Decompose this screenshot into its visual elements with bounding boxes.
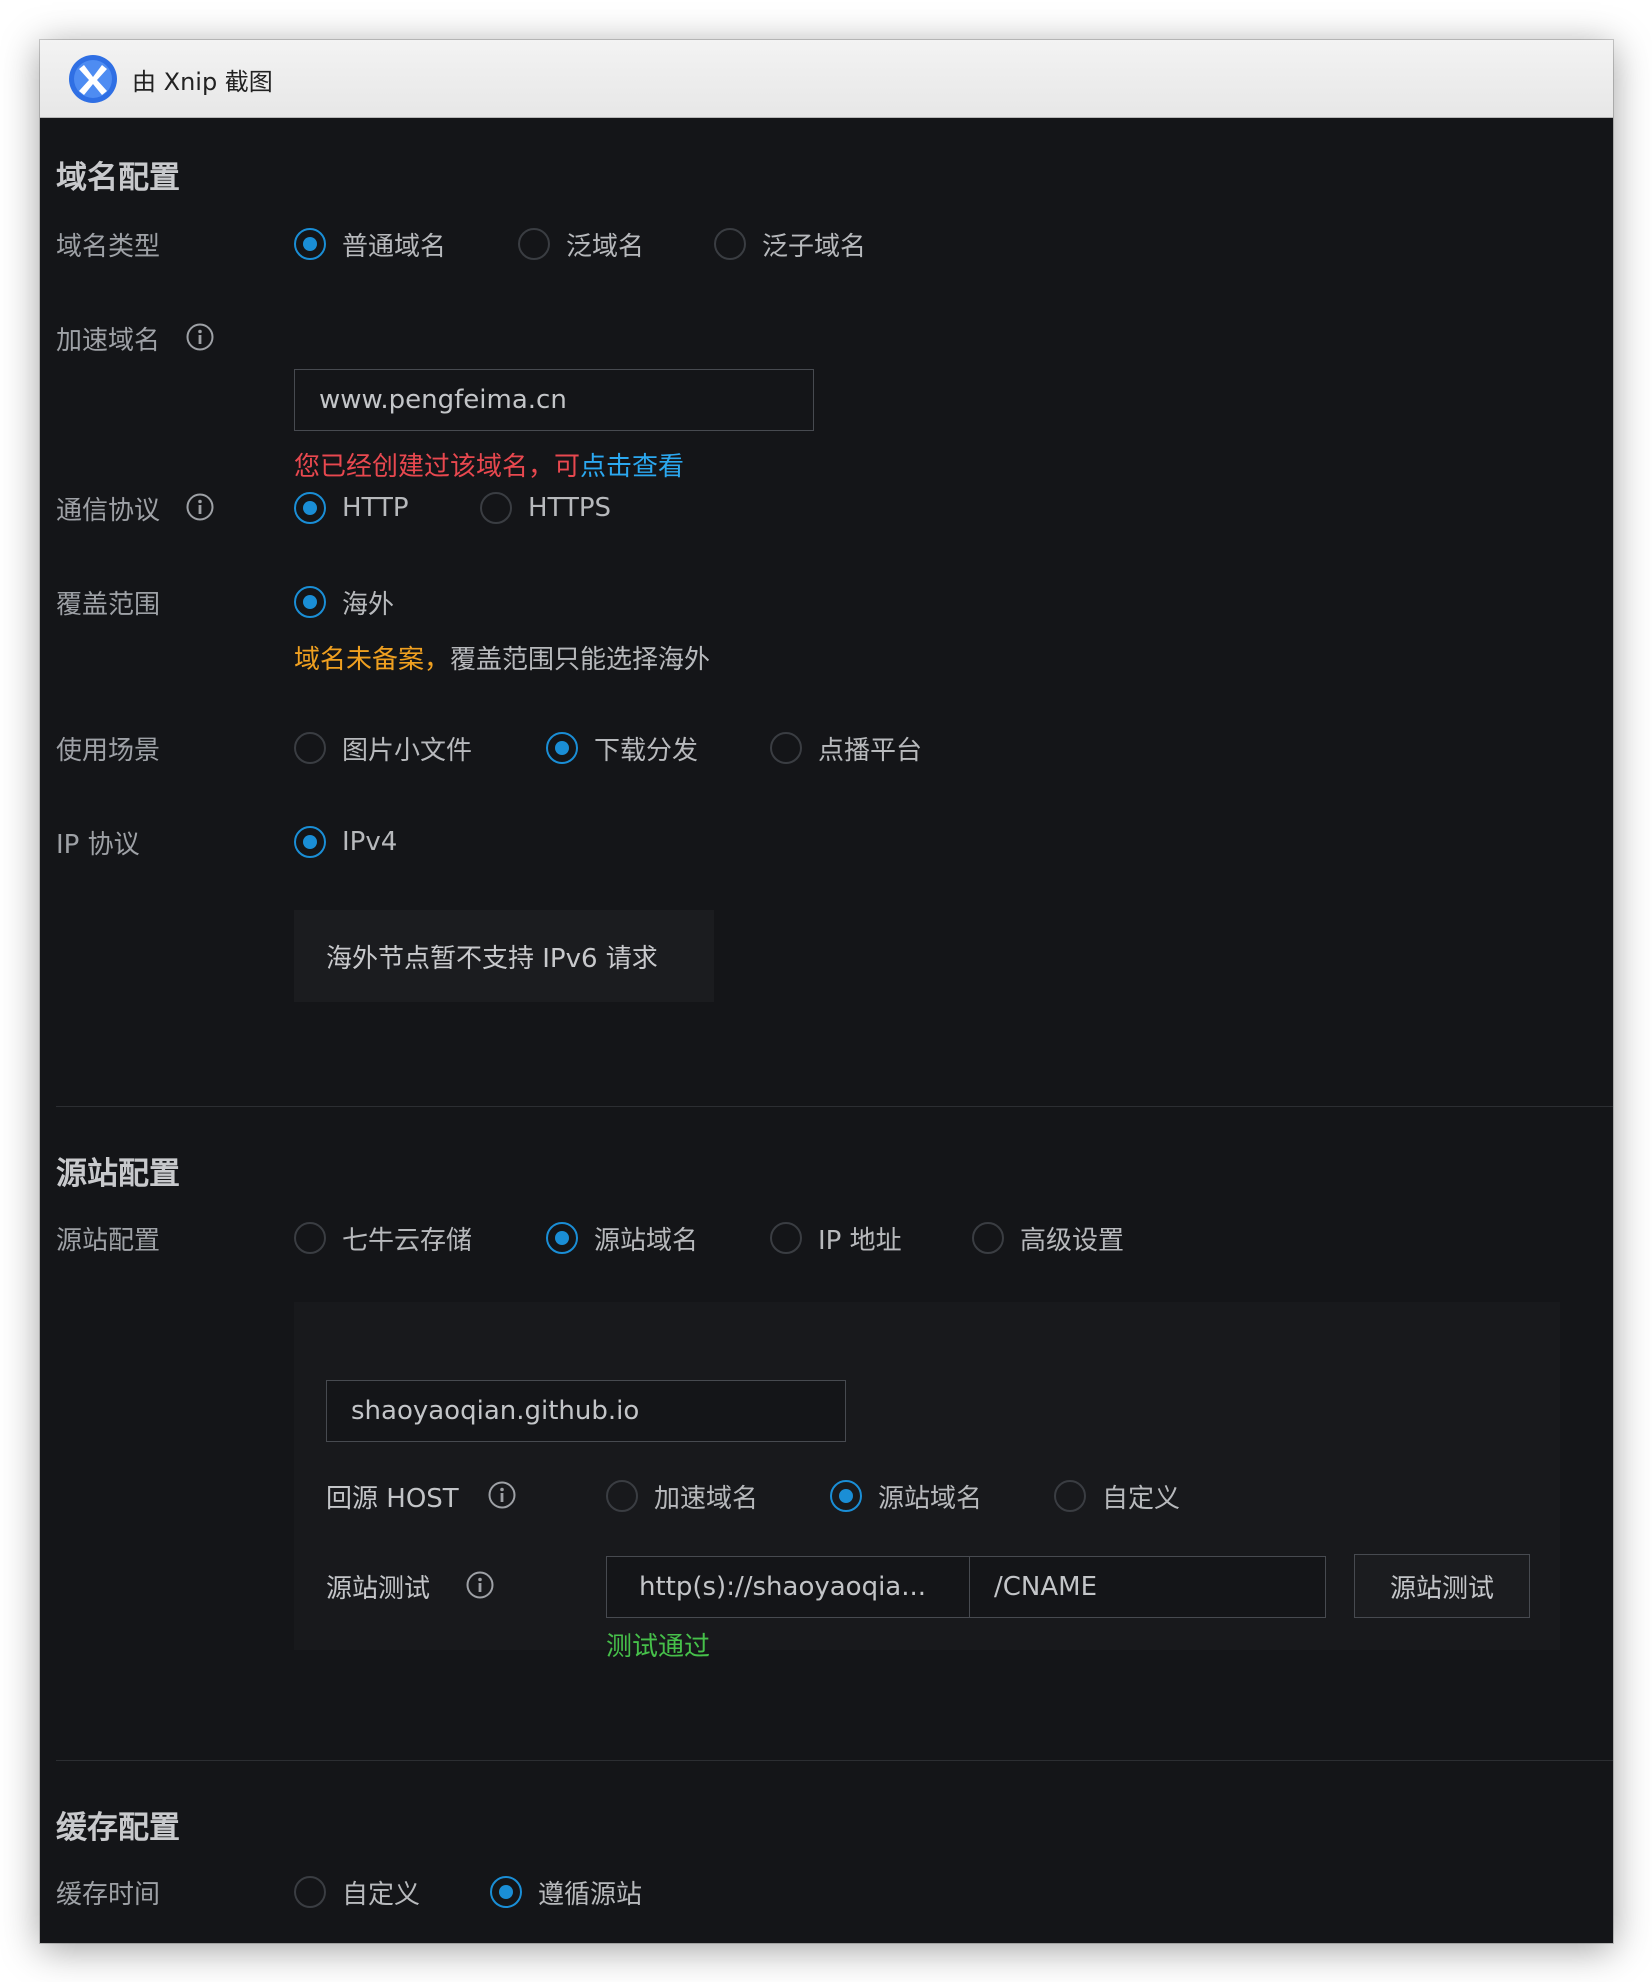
- radio-unchecked-icon: [480, 492, 512, 524]
- radio-checked-icon: [294, 826, 326, 858]
- warning-strong: 域名未备案，: [294, 645, 451, 675]
- radio-unchecked-icon: [714, 228, 746, 260]
- radio-unchecked-icon: [1054, 1480, 1086, 1512]
- accel-domain-label: 加速域名: [56, 326, 161, 356]
- origin-test-label: 源站测试: [326, 1574, 431, 1604]
- section-divider: [56, 1106, 1613, 1107]
- title-bar: 由 Xnip 截图: [40, 40, 1613, 118]
- app-window: 由 Xnip 截图 域名配置 域名类型 普通域名 泛域名 泛子域名 加速域名 w…: [40, 40, 1613, 1943]
- radio-overseas[interactable]: 海外: [294, 582, 394, 622]
- radio-checked-icon: [830, 1480, 862, 1512]
- info-icon[interactable]: [488, 1481, 516, 1509]
- radio-checked-icon: [546, 732, 578, 764]
- back-host-label: 回源 HOST: [326, 1484, 459, 1514]
- xnip-logo-icon: [69, 55, 117, 103]
- radio-normal-domain[interactable]: 普通域名: [294, 224, 446, 264]
- radio-ipv4[interactable]: IPv4: [294, 822, 397, 862]
- radio-follow-origin[interactable]: 遵循源站: [490, 1872, 642, 1912]
- section-title-origin: 源站配置: [56, 1156, 180, 1192]
- scenario-label: 使用场景: [56, 736, 161, 766]
- radio-unchecked-icon: [294, 1876, 326, 1908]
- origin-test-path-input[interactable]: /CNAME: [969, 1556, 1326, 1618]
- radio-unchecked-icon: [294, 732, 326, 764]
- view-domain-link[interactable]: 点击查看: [580, 452, 684, 482]
- radio-advanced-settings[interactable]: 高级设置: [972, 1218, 1124, 1258]
- radio-download-distribution[interactable]: 下载分发: [546, 728, 698, 768]
- section-divider: [56, 1760, 1613, 1761]
- radio-wildcard-subdomain[interactable]: 泛子域名: [714, 224, 866, 264]
- origin-test-url-input[interactable]: http(s)://shaoyaoqia...: [606, 1556, 970, 1618]
- cache-time-label: 缓存时间: [56, 1880, 161, 1910]
- radio-host-custom[interactable]: 自定义: [1054, 1476, 1180, 1516]
- test-passed-status: 测试通过: [606, 1632, 711, 1662]
- coverage-label: 覆盖范围: [56, 590, 161, 620]
- radio-unchecked-icon: [770, 1222, 802, 1254]
- origin-test-button[interactable]: 源站测试: [1354, 1554, 1530, 1618]
- radio-checked-icon: [490, 1876, 522, 1908]
- radio-vod-platform[interactable]: 点播平台: [770, 728, 922, 768]
- protocol-label: 通信协议: [56, 496, 161, 526]
- section-title-domain: 域名配置: [56, 160, 180, 196]
- window-title: 由 Xnip 截图: [132, 68, 273, 96]
- ipv6-notice: 海外节点暂不支持 IPv6 请求: [294, 910, 714, 1002]
- origin-domain-input[interactable]: shaoyaoqian.github.io: [326, 1380, 846, 1442]
- settings-content: 域名配置 域名类型 普通域名 泛域名 泛子域名 加速域名 www.pengfei…: [40, 118, 1613, 1943]
- radio-unchecked-icon: [770, 732, 802, 764]
- radio-http[interactable]: HTTP: [294, 488, 409, 528]
- radio-unchecked-icon: [294, 1222, 326, 1254]
- domain-type-label: 域名类型: [56, 232, 161, 262]
- domain-exists-error: 您已经创建过该域名，可点击查看: [294, 446, 684, 483]
- radio-unchecked-icon: [518, 228, 550, 260]
- radio-https[interactable]: HTTPS: [480, 488, 611, 528]
- coverage-warning: 域名未备案，覆盖范围只能选择海外: [294, 639, 710, 676]
- radio-wildcard-domain[interactable]: 泛域名: [518, 224, 644, 264]
- radio-cache-custom[interactable]: 自定义: [294, 1872, 420, 1912]
- radio-checked-icon: [546, 1222, 578, 1254]
- origin-label: 源站配置: [56, 1226, 161, 1256]
- radio-host-accel-domain[interactable]: 加速域名: [606, 1476, 758, 1516]
- radio-ip-address[interactable]: IP 地址: [770, 1218, 902, 1258]
- info-icon[interactable]: [466, 1571, 494, 1599]
- accel-domain-input[interactable]: www.pengfeima.cn: [294, 369, 814, 431]
- radio-host-origin-domain[interactable]: 源站域名: [830, 1476, 982, 1516]
- radio-checked-icon: [294, 492, 326, 524]
- radio-origin-domain[interactable]: 源站域名: [546, 1218, 698, 1258]
- radio-image-small-files[interactable]: 图片小文件: [294, 728, 472, 768]
- radio-unchecked-icon: [972, 1222, 1004, 1254]
- section-title-cache: 缓存配置: [56, 1810, 180, 1846]
- info-icon[interactable]: [186, 493, 214, 521]
- radio-checked-icon: [294, 586, 326, 618]
- info-icon[interactable]: [186, 323, 214, 351]
- radio-qiniu-storage[interactable]: 七牛云存储: [294, 1218, 472, 1258]
- ip-protocol-label: IP 协议: [56, 830, 140, 860]
- radio-unchecked-icon: [606, 1480, 638, 1512]
- radio-checked-icon: [294, 228, 326, 260]
- warning-text: 覆盖范围只能选择海外: [450, 645, 711, 675]
- error-text: 您已经创建过该域名，可: [294, 452, 581, 482]
